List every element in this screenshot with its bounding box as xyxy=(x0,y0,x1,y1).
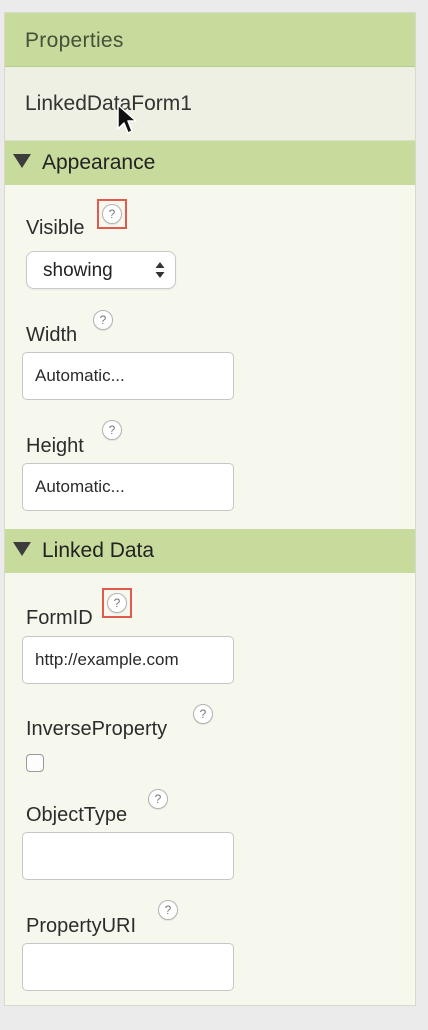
formid-field[interactable]: http://example.com xyxy=(22,636,234,684)
help-icon-inverseproperty[interactable]: ? xyxy=(193,704,213,724)
component-name-row: LinkedDataForm1 xyxy=(5,67,415,141)
collapse-triangle-icon xyxy=(13,154,31,168)
height-label: Height xyxy=(26,435,84,457)
objecttype-field[interactable] xyxy=(22,832,234,880)
width-value: Automatic... xyxy=(35,366,125,385)
properties-title: Properties xyxy=(25,29,124,52)
mouse-pointer-icon xyxy=(117,104,137,134)
propertyuri-label: PropertyURI xyxy=(26,915,137,937)
inverseproperty-label: InverseProperty xyxy=(26,718,168,740)
formid-value: http://example.com xyxy=(35,650,179,669)
width-field[interactable]: Automatic... xyxy=(22,352,234,400)
width-label: Width xyxy=(26,324,78,346)
section-header-appearance[interactable]: Appearance xyxy=(5,141,415,185)
objecttype-label: ObjectType xyxy=(26,804,128,826)
inverseproperty-checkbox[interactable] xyxy=(26,754,44,772)
visible-label: Visible xyxy=(26,217,85,239)
highlight-box-visible-help xyxy=(97,199,127,229)
properties-header: Properties xyxy=(5,13,415,67)
section-header-linked-data[interactable]: Linked Data xyxy=(5,529,415,573)
visible-select[interactable]: showing xyxy=(26,251,176,289)
select-updown-icon xyxy=(155,262,165,278)
help-icon-width[interactable]: ? xyxy=(93,310,113,330)
height-field[interactable]: Automatic... xyxy=(22,463,234,511)
collapse-triangle-icon xyxy=(13,542,31,556)
help-icon-height[interactable]: ? xyxy=(102,420,122,440)
visible-select-value: showing xyxy=(43,260,113,281)
component-name: LinkedDataForm1 xyxy=(25,92,192,115)
propertyuri-field[interactable] xyxy=(22,943,234,991)
help-icon-propertyuri[interactable]: ? xyxy=(158,900,178,920)
highlight-box-formid-help xyxy=(102,588,132,618)
help-icon-objecttype[interactable]: ? xyxy=(148,789,168,809)
properties-panel: Properties LinkedDataForm1 Appearance Vi… xyxy=(4,12,416,1006)
height-value: Automatic... xyxy=(35,477,125,496)
section-label-linked-data: Linked Data xyxy=(42,539,155,562)
formid-label: FormID xyxy=(26,607,93,629)
section-label-appearance: Appearance xyxy=(42,151,156,174)
